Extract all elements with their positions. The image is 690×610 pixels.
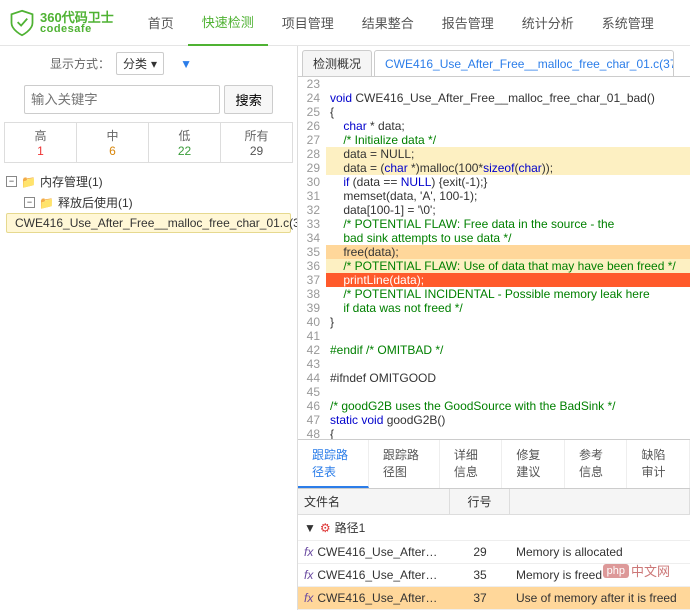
code-line[interactable]: 29 data = (char *)malloc(100*sizeof(char… [298, 161, 690, 175]
folder-icon: 📁 [21, 175, 36, 189]
search-input[interactable] [24, 85, 220, 114]
path-icon: ⚙ [320, 521, 331, 535]
code-line[interactable]: 34 bad sink attempts to use data */ [298, 231, 690, 245]
nav-item[interactable]: 项目管理 [268, 0, 348, 46]
tab-file[interactable]: CWE416_Use_After_Free__malloc_free_char_… [374, 50, 674, 76]
bottom-tabs: 跟踪路径表跟踪路径图详细信息修复建议参考信息缺陷审计 [298, 440, 690, 489]
issue-tree: − 📁 内存管理(1) − 📁 释放后使用(1) CWE416_Use_Afte… [0, 163, 297, 241]
brand-cn: 360代码卫士 [40, 11, 114, 24]
bottom-tab[interactable]: 跟踪路径图 [369, 440, 440, 488]
severity-tab[interactable]: 高1 [5, 123, 77, 162]
code-line[interactable]: 30 if (data == NULL) {exit(-1);} [298, 175, 690, 189]
tree-root[interactable]: − 📁 内存管理(1) [6, 171, 291, 192]
col-line-header: 行号 [450, 489, 510, 514]
code-line[interactable]: 37 printLine(data); [298, 273, 690, 287]
bottom-tab[interactable]: 修复建议 [502, 440, 565, 488]
code-line[interactable]: 43 [298, 357, 690, 371]
tree-root-label: 内存管理(1) [40, 173, 103, 190]
collapse-icon[interactable]: − [6, 176, 17, 187]
code-line[interactable]: 47static void goodG2B() [298, 413, 690, 427]
nav-item[interactable]: 报告管理 [428, 0, 508, 46]
display-mode-value: 分类 [123, 55, 147, 72]
nav-item[interactable]: 结果整合 [348, 0, 428, 46]
brand-logo: 360代码卫士codesafe [8, 9, 114, 37]
bottom-tab[interactable]: 跟踪路径表 [298, 440, 369, 488]
tree-child-label: 释放后使用(1) [58, 194, 133, 211]
tab-overview[interactable]: 检测概况 [302, 50, 372, 76]
code-line[interactable]: 39 if data was not freed */ [298, 301, 690, 315]
collapse-icon[interactable]: − [24, 197, 35, 208]
right-panel: 检测概况 CWE416_Use_After_Free__malloc_free_… [298, 46, 690, 610]
tab-file-label: CWE416_Use_After_Free__malloc_free_char_… [385, 57, 674, 71]
col-desc-header [510, 489, 690, 514]
display-toolbar: 显示方式： 分类 ▾ ▼ [40, 46, 297, 81]
code-line[interactable]: 40} [298, 315, 690, 329]
display-mode-select[interactable]: 分类 ▾ [116, 52, 164, 75]
code-line[interactable]: 48{ [298, 427, 690, 440]
code-line[interactable]: 26 char * data; [298, 119, 690, 133]
col-file-header: 文件名 [298, 489, 450, 514]
code-line[interactable]: 38 /* POTENTIAL INCIDENTAL - Possible me… [298, 287, 690, 301]
nav-item[interactable]: 首页 [134, 0, 188, 46]
tree-leaf-label: CWE416_Use_After_Free__malloc_free_char_… [15, 216, 297, 230]
code-tabs: 检测概况 CWE416_Use_After_Free__malloc_free_… [298, 46, 690, 77]
trace-row[interactable]: fxCWE416_Use_After_Free__malloc_fre...37… [298, 587, 690, 610]
bottom-tab[interactable]: 参考信息 [565, 440, 628, 488]
code-line[interactable]: 24void CWE416_Use_After_Free__malloc_fre… [298, 91, 690, 105]
bottom-tab[interactable]: 详细信息 [440, 440, 503, 488]
watermark-php: php 中文网 [603, 561, 670, 580]
tree-child[interactable]: − 📁 释放后使用(1) [6, 192, 291, 213]
code-line[interactable]: 41 [298, 329, 690, 343]
severity-tab[interactable]: 所有29 [221, 123, 292, 162]
nav-item[interactable]: 统计分析 [508, 0, 588, 46]
php-badge: php [603, 564, 629, 578]
code-line[interactable]: 32 data[100-1] = '\0'; [298, 203, 690, 217]
code-line[interactable]: 42#endif /* OMITBAD */ [298, 343, 690, 357]
php-text: 中文网 [631, 561, 670, 580]
code-viewer[interactable]: 2324void CWE416_Use_After_Free__malloc_f… [298, 77, 690, 440]
main-area: 显示方式： 分类 ▾ ▼ 搜索 高1中6低22所有29 − 📁 内存管理(1) … [0, 46, 690, 610]
severity-tab[interactable]: 低22 [149, 123, 221, 162]
code-line[interactable]: 28 data = NULL; [298, 147, 690, 161]
top-navigation: 360代码卫士codesafe 首页快速检测项目管理结果整合报告管理统计分析系统… [0, 0, 690, 46]
code-line[interactable]: 36 /* POTENTIAL FLAW: Use of data that m… [298, 259, 690, 273]
code-line[interactable]: 23 [298, 77, 690, 91]
code-line[interactable]: 44#ifndef OMITGOOD [298, 371, 690, 385]
trace-path-label: 路径1 [335, 519, 366, 536]
code-line[interactable]: 46/* goodG2B uses the GoodSource with th… [298, 399, 690, 413]
chevron-down-icon: ▼ [304, 521, 316, 535]
bottom-tab[interactable]: 缺陷审计 [627, 440, 690, 488]
severity-tabs: 高1中6低22所有29 [4, 122, 293, 163]
code-line[interactable]: 33 /* POTENTIAL FLAW: Free data in the s… [298, 217, 690, 231]
trace-path-row[interactable]: ▼ ⚙ 路径1 [298, 515, 690, 541]
folder-icon: 📁 [39, 196, 54, 210]
search-row: 搜索 [0, 81, 297, 122]
display-mode-label: 显示方式： [50, 55, 110, 72]
brand-en: codesafe [40, 24, 114, 35]
trace-table: 文件名 行号 ▼ ⚙ 路径1 fxCWE416_Use_After_Free__… [298, 489, 690, 610]
code-line[interactable]: 25{ [298, 105, 690, 119]
code-line[interactable]: 45 [298, 385, 690, 399]
left-panel: 显示方式： 分类 ▾ ▼ 搜索 高1中6低22所有29 − 📁 内存管理(1) … [0, 46, 298, 610]
shield-icon [8, 9, 36, 37]
filter-icon[interactable]: ▼ [180, 57, 192, 71]
nav-item[interactable]: 快速检测 [188, 0, 268, 46]
nav-item[interactable]: 系统管理 [588, 0, 668, 46]
trace-header: 文件名 行号 [298, 489, 690, 515]
severity-tab[interactable]: 中6 [77, 123, 149, 162]
tree-leaf[interactable]: CWE416_Use_After_Free__malloc_free_char_… [6, 213, 291, 233]
code-line[interactable]: 31 memset(data, 'A', 100-1); [298, 189, 690, 203]
code-line[interactable]: 27 /* Initialize data */ [298, 133, 690, 147]
code-line[interactable]: 35 free(data); [298, 245, 690, 259]
chevron-down-icon: ▾ [151, 57, 157, 71]
search-button[interactable]: 搜索 [224, 85, 273, 114]
